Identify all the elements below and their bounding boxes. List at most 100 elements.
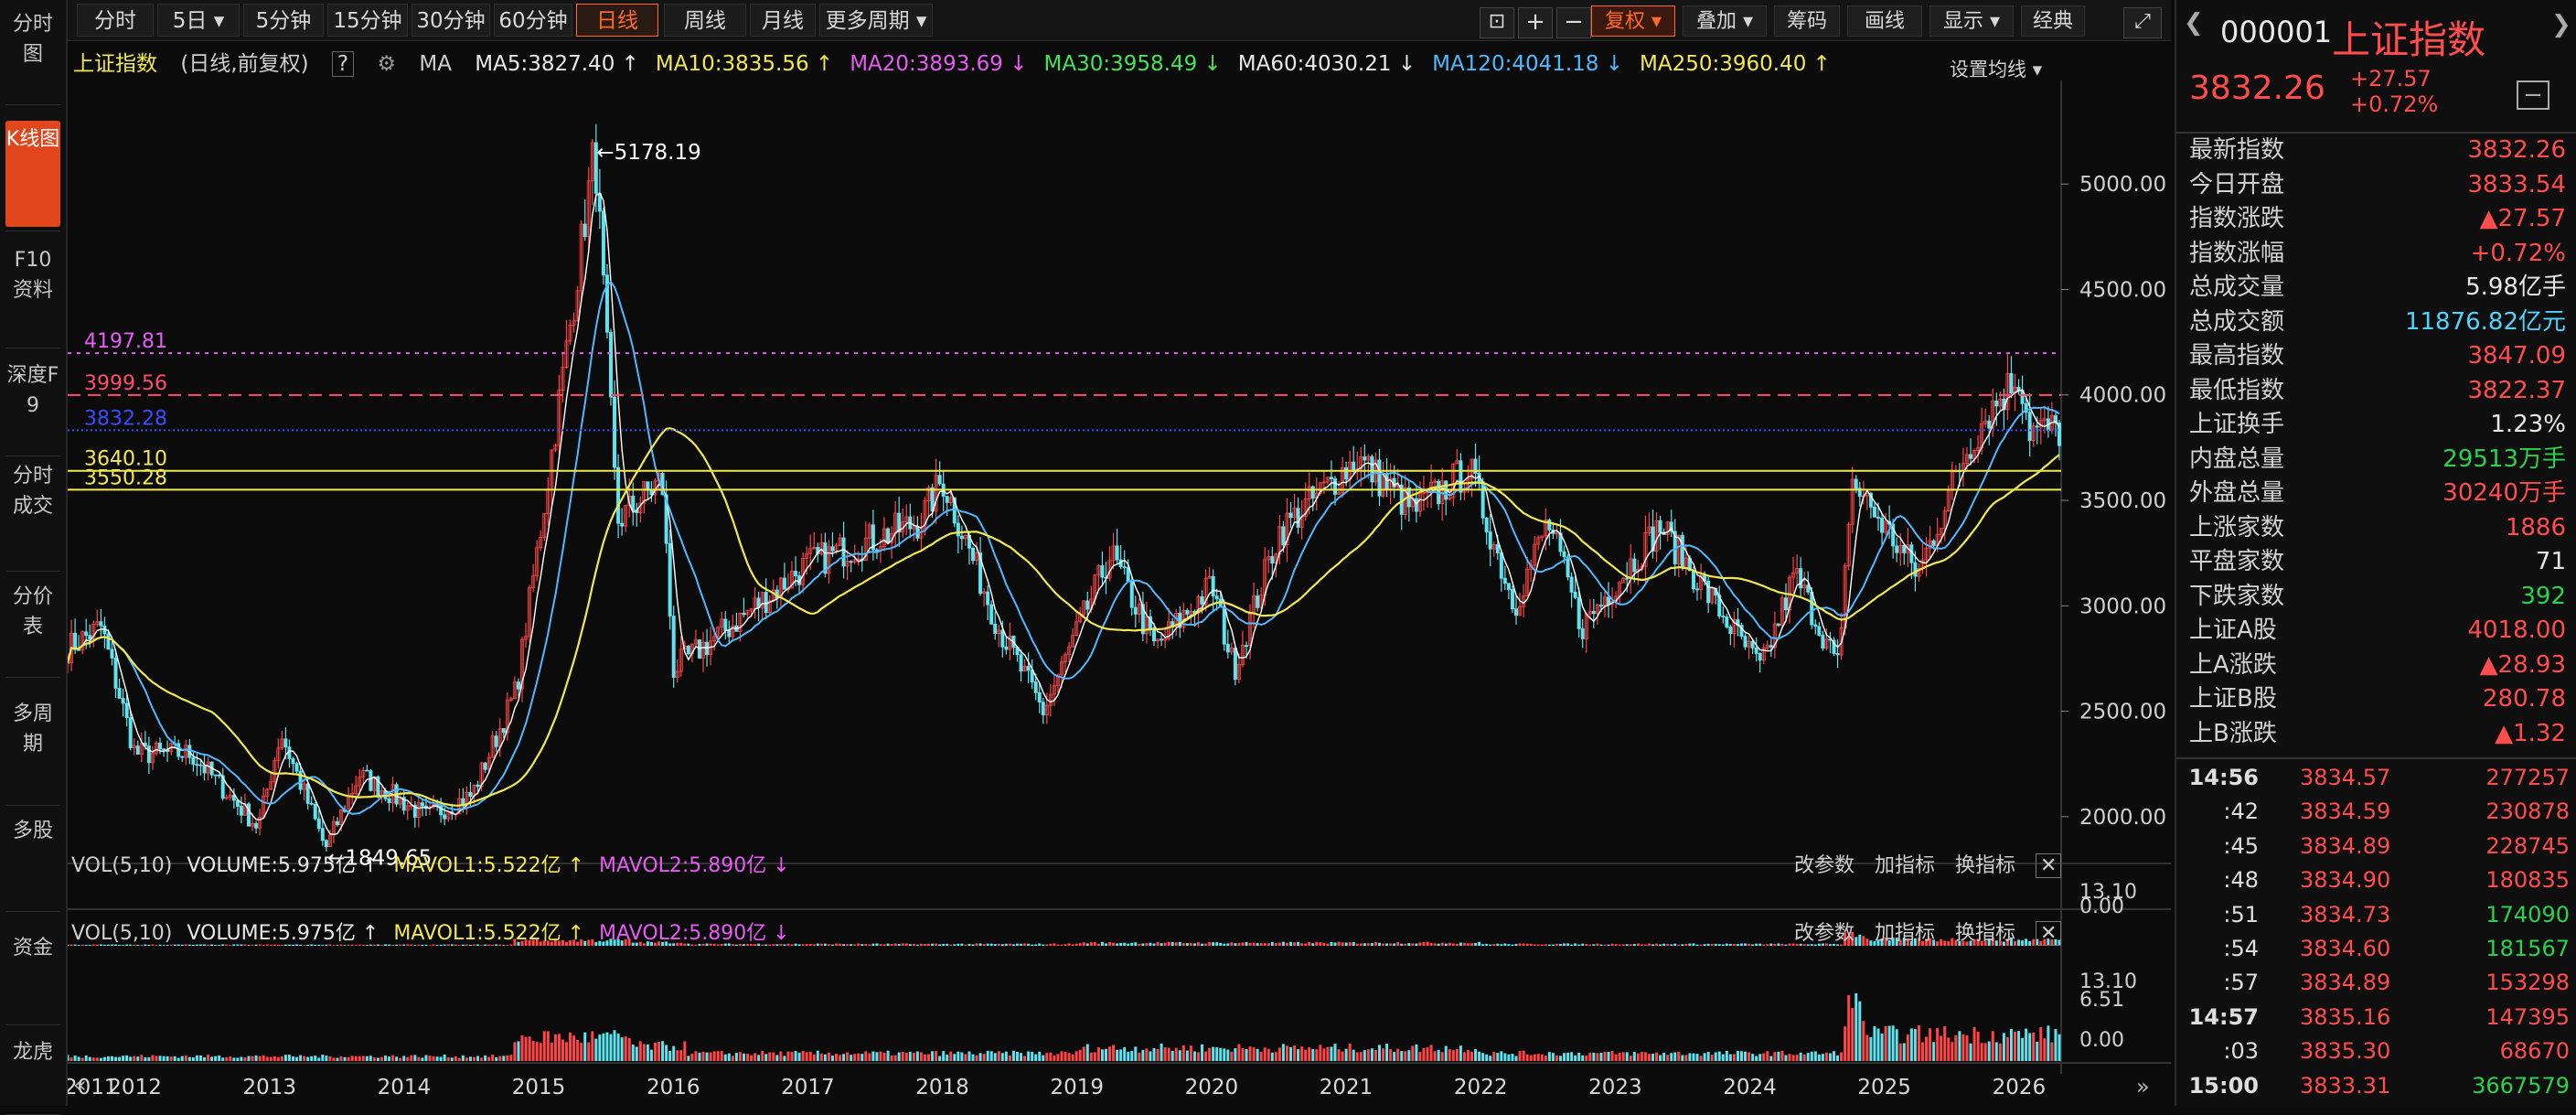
volume-bar: [1219, 942, 1223, 946]
volume-bar: [1525, 1054, 1529, 1061]
zoom-in-button[interactable]: +: [1518, 7, 1553, 38]
left-nav-item[interactable]: 多周期: [5, 695, 60, 801]
volume-bar: [1659, 1055, 1662, 1061]
volume-bar: [1108, 941, 1112, 946]
volume-bar: [846, 944, 850, 946]
toolbar-option-button[interactable]: 显示 ▾: [1929, 5, 2014, 37]
volume-bar: [1415, 943, 1418, 946]
toolbar-option-button[interactable]: 经典: [2021, 5, 2085, 37]
period-button[interactable]: 周线: [664, 4, 746, 37]
fullscreen-icon[interactable]: ⤢: [2123, 7, 2162, 38]
candle-body: [1000, 629, 1005, 648]
zoom-out-button[interactable]: −: [1556, 7, 1591, 38]
period-button[interactable]: 更多周期 ▾: [819, 4, 933, 37]
quote-value: 3822.37: [2467, 376, 2566, 404]
volume-bar: [1181, 943, 1185, 946]
prev-arrow-icon[interactable]: ❮: [2184, 9, 2204, 37]
period-button[interactable]: 60分钟: [494, 4, 572, 37]
toolbar-option-button[interactable]: 叠加 ▾: [1683, 5, 1767, 37]
x-tick-label: 2023: [1588, 1076, 1642, 1099]
left-nav-item[interactable]: 分价表: [5, 578, 60, 673]
candle-body: [668, 542, 672, 617]
volume-bar: [531, 1040, 535, 1061]
volume-bar: [1038, 1051, 1042, 1061]
collapse-button[interactable]: −: [2517, 80, 2549, 110]
volume-bar: [1045, 944, 1049, 946]
left-nav-item[interactable]: 多股: [5, 812, 60, 907]
volume-bar: [946, 1055, 949, 1061]
candle-body: [113, 658, 118, 689]
quote-row: 指数涨跌 ▲27.57: [2189, 202, 2566, 236]
indicator-tool-link[interactable]: 加指标: [1875, 854, 1935, 877]
volume-bar: [1492, 944, 1496, 946]
stock-code: 000001: [2220, 15, 2333, 49]
indicator-tool-link[interactable]: 改参数: [1794, 854, 1855, 877]
left-nav-item[interactable]: 资金: [5, 929, 60, 1021]
period-button[interactable]: 5分钟: [243, 4, 324, 37]
volume-bar: [1536, 1054, 1540, 1061]
volume-bar: [1108, 1046, 1112, 1061]
volume-bar: [850, 1055, 853, 1061]
indicator-tool-link[interactable]: 加指标: [1875, 922, 1935, 945]
candle-body: [135, 745, 140, 755]
left-nav-item[interactable]: 分时图: [5, 5, 60, 101]
toolbar-option-button[interactable]: 复权 ▾: [1591, 5, 1675, 37]
quote-value: 3833.54: [2467, 170, 2566, 198]
volume-bar: [1145, 943, 1149, 946]
volume-bar: [1020, 1053, 1023, 1061]
volume-bar: [339, 1056, 343, 1061]
period-button[interactable]: 月线: [750, 4, 816, 37]
tick-time: :03: [2223, 1038, 2259, 1065]
close-icon[interactable]: ✕: [2036, 921, 2062, 946]
left-nav-item[interactable]: K线图: [5, 121, 60, 227]
candle-body: [1658, 520, 1662, 533]
period-button[interactable]: 日线: [576, 4, 658, 37]
tick-time: :57: [2223, 970, 2259, 996]
volume-bar: [2058, 1034, 2061, 1061]
indicator-tool-link[interactable]: 改参数: [1794, 922, 1855, 945]
candle-body: [583, 223, 587, 238]
candle-body: [494, 735, 498, 747]
close-icon[interactable]: ✕: [2036, 853, 2062, 878]
kline-chart[interactable]: 5000.00 4500.00 4000.00 3500.00 3000.00 2500.…: [68, 40, 2171, 1106]
volume-bar: [1795, 1055, 1799, 1061]
left-nav: 分时图 K线图 F10资料深度F9 分时成交分价表多周期多股资金龙虎: [0, 0, 68, 1115]
quote-row: 上证A股 4018.00: [2189, 614, 2566, 648]
level-label: 4197.81: [84, 330, 167, 353]
volume-bar: [698, 1052, 701, 1061]
volume-bar: [931, 943, 935, 946]
x-tick-label: 2026: [1993, 1076, 2047, 1099]
volume-bar: [1256, 943, 1259, 946]
quote-row: 最高指数 3847.09: [2189, 339, 2566, 373]
indicator-tool-link[interactable]: 换指标: [1955, 854, 2015, 877]
volume-bar: [262, 1055, 265, 1061]
volume-bar: [1363, 1050, 1366, 1061]
period-button[interactable]: 5日 ▾: [157, 4, 240, 37]
lock-icon[interactable]: ⊡: [1480, 7, 1514, 38]
candle-body: [420, 802, 424, 807]
toolbar-option-button[interactable]: 画线: [1847, 5, 1922, 37]
left-nav-item[interactable]: F10资料: [5, 241, 60, 344]
tick-price: 3833.31: [2300, 1072, 2391, 1099]
volume-bar: [1093, 942, 1096, 946]
volume-bar: [1308, 1047, 1311, 1061]
period-button[interactable]: 15分钟: [327, 4, 408, 37]
left-nav-item[interactable]: 深度F9: [5, 357, 60, 452]
toolbar-option-button[interactable]: 筹码: [1774, 5, 1840, 37]
left-nav-item[interactable]: 分时成交: [5, 457, 60, 567]
tick-time: :54: [2223, 936, 2259, 961]
volume-bar: [1544, 1056, 1547, 1061]
volume-bar: [1813, 1051, 1817, 1061]
volume-bar: [2047, 1025, 2050, 1061]
x-tick-label: 2025: [1857, 1076, 1911, 1099]
next-arrow-icon[interactable]: ❯: [2551, 11, 2571, 38]
volume-bar: [122, 1056, 125, 1061]
period-button[interactable]: 分时: [77, 4, 154, 37]
volume-bar: [1008, 943, 1011, 946]
left-nav-item[interactable]: 龙虎: [5, 1034, 60, 1110]
period-button[interactable]: 30分钟: [412, 4, 490, 37]
indicator-tool-link[interactable]: 换指标: [1955, 922, 2015, 945]
volume-bar: [1304, 943, 1308, 946]
volume-bar: [1643, 1052, 1647, 1061]
volume-bar: [95, 1057, 99, 1061]
